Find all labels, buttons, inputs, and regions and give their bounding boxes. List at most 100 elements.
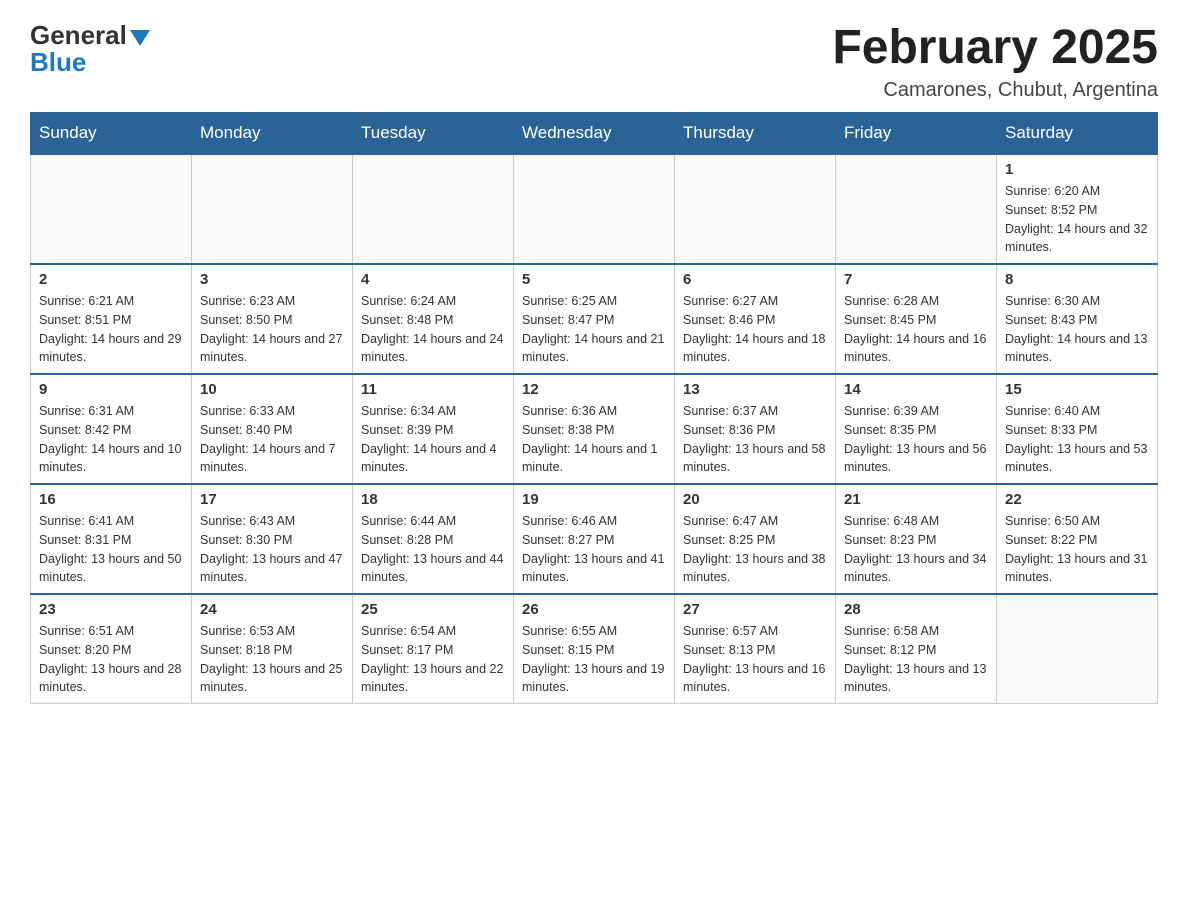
table-row (836, 154, 997, 264)
calendar-week-row: 16 Sunrise: 6:41 AM Sunset: 8:31 PM Dayli… (31, 484, 1158, 594)
day-number: 10 (200, 381, 344, 398)
col-friday: Friday (836, 113, 997, 155)
day-info: Sunrise: 6:51 AM Sunset: 8:20 PM Dayligh… (39, 622, 183, 697)
day-number: 22 (1005, 491, 1149, 508)
logo-blue: Blue (30, 47, 86, 78)
day-number: 7 (844, 271, 988, 288)
day-info: Sunrise: 6:47 AM Sunset: 8:25 PM Dayligh… (683, 512, 827, 587)
table-row: 24 Sunrise: 6:53 AM Sunset: 8:18 PM Dayli… (192, 594, 353, 704)
day-number: 4 (361, 271, 505, 288)
table-row: 2 Sunrise: 6:21 AM Sunset: 8:51 PM Daylig… (31, 264, 192, 374)
day-number: 8 (1005, 271, 1149, 288)
table-row: 13 Sunrise: 6:37 AM Sunset: 8:36 PM Dayli… (675, 374, 836, 484)
table-row (192, 154, 353, 264)
col-sunday: Sunday (31, 113, 192, 155)
table-row: 22 Sunrise: 6:50 AM Sunset: 8:22 PM Dayli… (997, 484, 1158, 594)
day-number: 2 (39, 271, 183, 288)
day-number: 9 (39, 381, 183, 398)
col-monday: Monday (192, 113, 353, 155)
table-row: 7 Sunrise: 6:28 AM Sunset: 8:45 PM Daylig… (836, 264, 997, 374)
calendar-week-row: 9 Sunrise: 6:31 AM Sunset: 8:42 PM Daylig… (31, 374, 1158, 484)
calendar-table: Sunday Monday Tuesday Wednesday Thursday… (30, 112, 1158, 704)
calendar-header-row: Sunday Monday Tuesday Wednesday Thursday… (31, 113, 1158, 155)
day-info: Sunrise: 6:37 AM Sunset: 8:36 PM Dayligh… (683, 402, 827, 477)
day-info: Sunrise: 6:48 AM Sunset: 8:23 PM Dayligh… (844, 512, 988, 587)
day-number: 26 (522, 601, 666, 618)
day-info: Sunrise: 6:57 AM Sunset: 8:13 PM Dayligh… (683, 622, 827, 697)
day-info: Sunrise: 6:33 AM Sunset: 8:40 PM Dayligh… (200, 402, 344, 477)
table-row: 17 Sunrise: 6:43 AM Sunset: 8:30 PM Dayli… (192, 484, 353, 594)
table-row: 11 Sunrise: 6:34 AM Sunset: 8:39 PM Dayli… (353, 374, 514, 484)
day-info: Sunrise: 6:24 AM Sunset: 8:48 PM Dayligh… (361, 292, 505, 367)
day-info: Sunrise: 6:28 AM Sunset: 8:45 PM Dayligh… (844, 292, 988, 367)
day-number: 14 (844, 381, 988, 398)
logo: General Blue (30, 20, 150, 78)
day-info: Sunrise: 6:27 AM Sunset: 8:46 PM Dayligh… (683, 292, 827, 367)
table-row: 21Sunrise: 6:48 AM Sunset: 8:23 PM Dayli… (836, 484, 997, 594)
day-info: Sunrise: 6:40 AM Sunset: 8:33 PM Dayligh… (1005, 402, 1149, 477)
calendar-week-row: 23 Sunrise: 6:51 AM Sunset: 8:20 PM Dayli… (31, 594, 1158, 704)
day-info: Sunrise: 6:55 AM Sunset: 8:15 PM Dayligh… (522, 622, 666, 697)
month-title: February 2025 (832, 20, 1158, 75)
table-row (514, 154, 675, 264)
day-number: 23 (39, 601, 183, 618)
table-row: 10 Sunrise: 6:33 AM Sunset: 8:40 PM Dayli… (192, 374, 353, 484)
day-info: Sunrise: 6:31 AM Sunset: 8:42 PM Dayligh… (39, 402, 183, 477)
table-row: 25 Sunrise: 6:54 AM Sunset: 8:17 PM Dayli… (353, 594, 514, 704)
day-info: Sunrise: 6:43 AM Sunset: 8:30 PM Dayligh… (200, 512, 344, 587)
day-info: Sunrise: 6:39 AM Sunset: 8:35 PM Dayligh… (844, 402, 988, 477)
day-number: 3 (200, 271, 344, 288)
day-info: Sunrise: 6:44 AM Sunset: 8:28 PM Dayligh… (361, 512, 505, 587)
day-info: Sunrise: 6:23 AM Sunset: 8:50 PM Dayligh… (200, 292, 344, 367)
day-number: 11 (361, 381, 505, 398)
page-header: General Blue February 2025 Camarones, Ch… (30, 20, 1158, 102)
day-info: Sunrise: 6:58 AM Sunset: 8:12 PM Dayligh… (844, 622, 988, 697)
day-info: Sunrise: 6:46 AM Sunset: 8:27 PM Dayligh… (522, 512, 666, 587)
day-info: Sunrise: 6:54 AM Sunset: 8:17 PM Dayligh… (361, 622, 505, 697)
day-number: 18 (361, 491, 505, 508)
table-row: 16 Sunrise: 6:41 AM Sunset: 8:31 PM Dayli… (31, 484, 192, 594)
day-number: 6 (683, 271, 827, 288)
table-row: 28 Sunrise: 6:58 AM Sunset: 8:12 PM Dayli… (836, 594, 997, 704)
table-row: 15 Sunrise: 6:40 AM Sunset: 8:33 PM Dayli… (997, 374, 1158, 484)
calendar-week-row: 2 Sunrise: 6:21 AM Sunset: 8:51 PM Daylig… (31, 264, 1158, 374)
day-info: Sunrise: 6:30 AM Sunset: 8:43 PM Dayligh… (1005, 292, 1149, 367)
calendar-week-row: 1Sunrise: 6:20 AM Sunset: 8:52 PM Daylig… (31, 154, 1158, 264)
table-row: 12 Sunrise: 6:36 AM Sunset: 8:38 PM Dayli… (514, 374, 675, 484)
day-number: 15 (1005, 381, 1149, 398)
day-number: 28 (844, 601, 988, 618)
col-saturday: Saturday (997, 113, 1158, 155)
day-info: Sunrise: 6:21 AM Sunset: 8:51 PM Dayligh… (39, 292, 183, 367)
table-row: 18 Sunrise: 6:44 AM Sunset: 8:28 PM Dayli… (353, 484, 514, 594)
day-number: 5 (522, 271, 666, 288)
day-number: 25 (361, 601, 505, 618)
col-wednesday: Wednesday (514, 113, 675, 155)
day-number: 13 (683, 381, 827, 398)
day-number: 19 (522, 491, 666, 508)
day-info: Sunrise: 6:34 AM Sunset: 8:39 PM Dayligh… (361, 402, 505, 477)
table-row: 6 Sunrise: 6:27 AM Sunset: 8:46 PM Daylig… (675, 264, 836, 374)
col-thursday: Thursday (675, 113, 836, 155)
day-info: Sunrise: 6:36 AM Sunset: 8:38 PM Dayligh… (522, 402, 666, 477)
day-number: 24 (200, 601, 344, 618)
day-info: Sunrise: 6:41 AM Sunset: 8:31 PM Dayligh… (39, 512, 183, 587)
day-number: 20 (683, 491, 827, 508)
table-row (31, 154, 192, 264)
day-info: Sunrise: 6:25 AM Sunset: 8:47 PM Dayligh… (522, 292, 666, 367)
table-row: 1Sunrise: 6:20 AM Sunset: 8:52 PM Daylig… (997, 154, 1158, 264)
table-row: 27 Sunrise: 6:57 AM Sunset: 8:13 PM Dayli… (675, 594, 836, 704)
table-row: 3 Sunrise: 6:23 AM Sunset: 8:50 PM Daylig… (192, 264, 353, 374)
table-row (353, 154, 514, 264)
day-number: 17 (200, 491, 344, 508)
day-number: 12 (522, 381, 666, 398)
title-section: February 2025 Camarones, Chubut, Argenti… (832, 20, 1158, 102)
col-tuesday: Tuesday (353, 113, 514, 155)
location: Camarones, Chubut, Argentina (832, 79, 1158, 102)
day-number: 27 (683, 601, 827, 618)
table-row (997, 594, 1158, 704)
day-info: Sunrise: 6:53 AM Sunset: 8:18 PM Dayligh… (200, 622, 344, 697)
day-number: 1 (1005, 161, 1149, 178)
table-row: 26 Sunrise: 6:55 AM Sunset: 8:15 PM Dayli… (514, 594, 675, 704)
day-number: 16 (39, 491, 183, 508)
day-info: Sunrise: 6:50 AM Sunset: 8:22 PM Dayligh… (1005, 512, 1149, 587)
